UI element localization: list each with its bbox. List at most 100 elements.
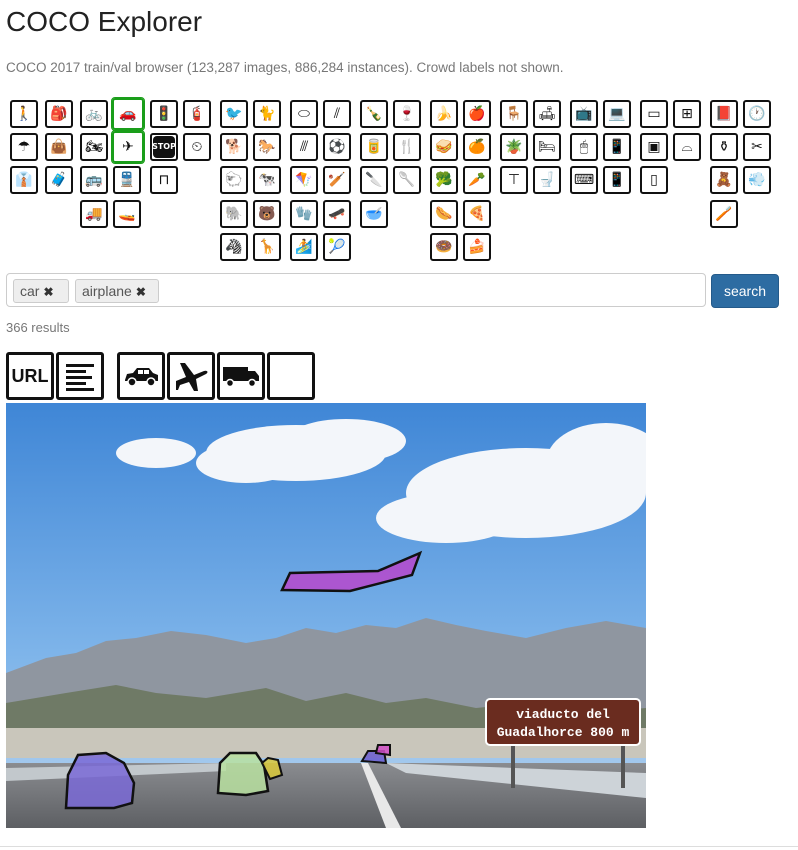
- surfboard-icon[interactable]: 🏄: [290, 233, 318, 261]
- sandwich-icon[interactable]: 🥪: [430, 133, 458, 161]
- teddy-bear-glyph: 🧸: [715, 172, 733, 188]
- stop-sign-icon[interactable]: STOP: [150, 133, 178, 161]
- snowboard-icon[interactable]: ⫻: [290, 133, 318, 161]
- bed-icon[interactable]: 🛏: [533, 133, 561, 161]
- person-icon[interactable]: 🚶: [10, 100, 38, 128]
- caption-button[interactable]: [56, 352, 104, 400]
- donut-icon[interactable]: 🍩: [430, 233, 458, 261]
- tie-icon[interactable]: 👔: [10, 166, 38, 194]
- blank-filter-button[interactable]: [267, 352, 315, 400]
- airplane-filter-button[interactable]: [167, 352, 215, 400]
- cup-icon[interactable]: 🥫: [360, 133, 388, 161]
- train-icon[interactable]: 🚆: [113, 166, 141, 194]
- cell-phone-icon[interactable]: 📱: [603, 166, 631, 194]
- airplane-icon[interactable]: ✈: [111, 130, 145, 164]
- search-tag-car[interactable]: car ✖: [13, 279, 69, 303]
- hair-drier-icon[interactable]: 💨: [743, 166, 771, 194]
- hot-dog-icon[interactable]: 🌭: [430, 200, 458, 228]
- carrot-icon[interactable]: 🥕: [463, 166, 491, 194]
- baseball-bat-icon[interactable]: 🏏: [323, 166, 351, 194]
- bear-icon[interactable]: 🐻: [253, 200, 281, 228]
- skateboard-icon[interactable]: 🛹: [323, 200, 351, 228]
- bicycle-icon[interactable]: 🚲: [80, 100, 108, 128]
- kite-icon[interactable]: 🪁: [290, 166, 318, 194]
- pizza-icon[interactable]: 🍕: [463, 200, 491, 228]
- apple-icon[interactable]: 🍎: [463, 100, 491, 128]
- remote-icon[interactable]: 📱: [603, 133, 631, 161]
- toothbrush-icon[interactable]: 🪥: [710, 200, 738, 228]
- keyboard-icon[interactable]: ⌨: [570, 166, 598, 194]
- search-input[interactable]: car ✖ airplane ✖: [6, 273, 706, 307]
- frisbee-icon[interactable]: ⬭: [290, 100, 318, 128]
- couch-icon[interactable]: 🛋: [533, 100, 561, 128]
- teddy-bear-icon[interactable]: 🧸: [710, 166, 738, 194]
- giraffe-icon[interactable]: 🦒: [253, 233, 281, 261]
- mouse-icon[interactable]: 🖱: [570, 133, 598, 161]
- elephant-icon[interactable]: 🐘: [220, 200, 248, 228]
- tv-icon[interactable]: 📺: [570, 100, 598, 128]
- broccoli-icon[interactable]: 🥦: [430, 166, 458, 194]
- vase-icon[interactable]: ⚱: [710, 133, 738, 161]
- baseball-glove-glyph: 🧤: [295, 206, 313, 222]
- cat-icon[interactable]: 🐈: [253, 100, 281, 128]
- wine-glass-icon[interactable]: 🍷: [393, 100, 421, 128]
- remove-tag-icon[interactable]: ✖: [43, 285, 53, 299]
- bird-icon[interactable]: 🐦: [220, 100, 248, 128]
- car-mask[interactable]: [374, 744, 391, 757]
- laptop-icon[interactable]: 💻: [603, 100, 631, 128]
- knife-icon[interactable]: 🔪: [360, 166, 388, 194]
- cow-icon[interactable]: 🐄: [253, 166, 281, 194]
- zebra-icon[interactable]: 🦓: [220, 233, 248, 261]
- handbag-icon[interactable]: 👜: [45, 133, 73, 161]
- toilet-icon[interactable]: 🚽: [533, 166, 561, 194]
- bowl-icon[interactable]: 🥣: [360, 200, 388, 228]
- search-button[interactable]: search: [711, 274, 779, 308]
- dining-table-icon[interactable]: ⊤: [500, 166, 528, 194]
- car-mask[interactable]: [216, 751, 270, 797]
- potted-plant-icon[interactable]: 🪴: [500, 133, 528, 161]
- microwave-icon[interactable]: ▭: [640, 100, 668, 128]
- book-icon[interactable]: 📕: [710, 100, 738, 128]
- car-filter-button[interactable]: [117, 352, 165, 400]
- tv-glyph: 📺: [575, 106, 593, 122]
- remove-tag-icon[interactable]: ✖: [136, 285, 146, 299]
- horse-icon[interactable]: 🐎: [253, 133, 281, 161]
- fork-icon[interactable]: 🍴: [393, 133, 421, 161]
- scissors-icon[interactable]: ✂: [743, 133, 771, 161]
- orange-icon[interactable]: 🍊: [463, 133, 491, 161]
- baseball-glove-icon[interactable]: 🧤: [290, 200, 318, 228]
- fire-hydrant-icon[interactable]: 🧯: [183, 100, 211, 128]
- clock-icon[interactable]: 🕐: [743, 100, 771, 128]
- parking-meter-icon[interactable]: ⏲: [183, 133, 211, 161]
- umbrella-icon[interactable]: ☂: [10, 133, 38, 161]
- dog-icon[interactable]: 🐕: [220, 133, 248, 161]
- bench-icon[interactable]: ⊓: [150, 166, 178, 194]
- chair-icon[interactable]: 🪑: [500, 100, 528, 128]
- sheep-icon[interactable]: 🐑: [220, 166, 248, 194]
- motorcycle-icon[interactable]: 🏍: [80, 133, 108, 161]
- bus-icon[interactable]: 🚌: [80, 166, 108, 194]
- cake-icon[interactable]: 🍰: [463, 233, 491, 261]
- banana-icon[interactable]: 🍌: [430, 100, 458, 128]
- result-image[interactable]: viaducto del Guadalhorce 800 m: [6, 403, 646, 828]
- spoon-icon[interactable]: 🥄: [393, 166, 421, 194]
- url-button[interactable]: URL: [6, 352, 54, 400]
- car-icon[interactable]: 🚗: [111, 97, 145, 131]
- sports-ball-icon[interactable]: ⚽: [323, 133, 351, 161]
- boat-icon[interactable]: 🚤: [113, 200, 141, 228]
- oven-icon[interactable]: ⊞: [673, 100, 701, 128]
- skis-icon[interactable]: ⫽: [323, 100, 351, 128]
- search-tag-airplane[interactable]: airplane ✖: [75, 279, 159, 303]
- bottle-icon[interactable]: 🍾: [360, 100, 388, 128]
- sheep-glyph: 🐑: [225, 172, 243, 188]
- truck-icon[interactable]: 🚚: [80, 200, 108, 228]
- tennis-racket-icon[interactable]: 🎾: [323, 233, 351, 261]
- traffic-light-icon[interactable]: 🚦: [150, 100, 178, 128]
- sink-icon[interactable]: ⌓: [673, 133, 701, 161]
- refrigerator-icon[interactable]: ▯: [640, 166, 668, 194]
- scissors-glyph: ✂: [751, 139, 763, 155]
- toaster-icon[interactable]: ▣: [640, 133, 668, 161]
- suitcase-icon[interactable]: 🧳: [45, 166, 73, 194]
- backpack-icon[interactable]: 🎒: [45, 100, 73, 128]
- truck-filter-button[interactable]: [217, 352, 265, 400]
